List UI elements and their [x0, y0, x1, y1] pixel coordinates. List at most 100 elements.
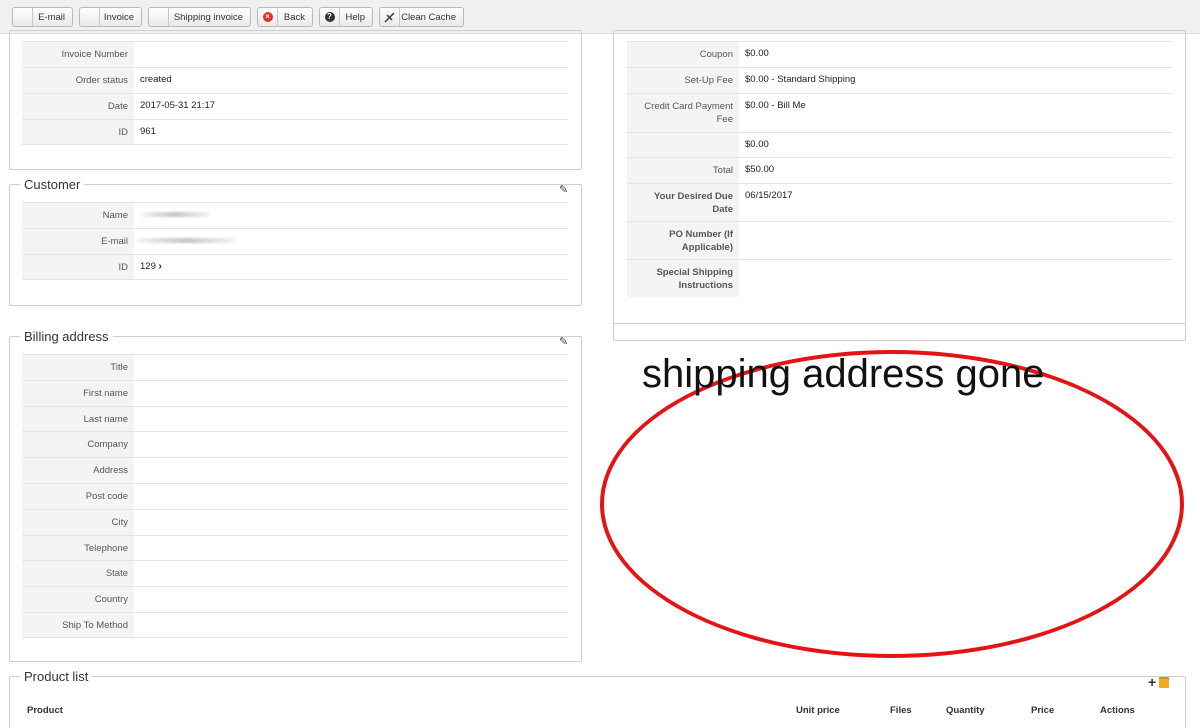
- order-value: created: [140, 74, 172, 85]
- billing-value: [134, 355, 146, 380]
- order-row-date: Date 2017-05-31 21:17: [22, 93, 568, 119]
- column-header-actions[interactable]: Actions: [1100, 705, 1135, 716]
- summary-key: Total: [627, 158, 739, 183]
- customer-id-text: 129: [140, 261, 156, 272]
- billing-row: Post code: [22, 482, 568, 509]
- billing-rows: Title First name Last name Company Addre…: [22, 354, 568, 638]
- summary-row-total: Total $50.00: [627, 157, 1173, 183]
- summary-row-due-date: Your Desired Due Date 06/15/2017: [627, 183, 1173, 221]
- order-rows: Invoice Number Order status created Date…: [22, 41, 568, 145]
- billing-value: [134, 381, 146, 406]
- billing-row: Address: [22, 457, 568, 483]
- summary-key: Your Desired Due Date: [627, 184, 739, 221]
- billing-value: [134, 510, 146, 535]
- help-button-label: Help: [345, 11, 365, 23]
- help-button[interactable]: ? Help: [319, 7, 373, 27]
- edit-pencil-icon[interactable]: ✎: [559, 335, 568, 348]
- billing-key: Country: [22, 587, 134, 612]
- summary-key: PO Number (If Applicable): [627, 222, 739, 259]
- order-row-status: Order status created: [22, 67, 568, 93]
- billing-row: City: [22, 508, 568, 535]
- billing-row: Country: [22, 586, 568, 612]
- summary-key: Coupon: [627, 42, 739, 67]
- column-header-product[interactable]: Product: [27, 705, 63, 716]
- billing-key: First name: [22, 380, 134, 406]
- billing-key: Telephone: [22, 535, 134, 561]
- column-header-files[interactable]: Files: [890, 705, 912, 716]
- customer-id-value: 129 ›: [134, 255, 168, 279]
- summary-key: [627, 133, 739, 157]
- clean-cache-button[interactable]: Clean Cache: [379, 7, 464, 27]
- summary-value: $0.00: [745, 48, 769, 59]
- order-key: Invoice Number: [22, 42, 134, 67]
- billing-value: [134, 587, 146, 612]
- order-panel: Invoice Number Order status created Date…: [9, 30, 582, 170]
- invoice-button-label: Invoice: [103, 11, 134, 23]
- order-key: ID: [22, 120, 134, 144]
- summary-key: Set-Up Fee: [627, 68, 739, 93]
- customer-name-value: [134, 203, 216, 228]
- billing-key: City: [22, 509, 134, 535]
- summary-value: [739, 222, 751, 259]
- email-button-label: E-mail: [38, 11, 65, 23]
- billing-row: First name: [22, 379, 568, 406]
- order-value: [134, 42, 146, 67]
- invoice-button[interactable]: Invoice: [79, 7, 142, 27]
- column-header-price[interactable]: Price: [1031, 705, 1054, 716]
- edit-pencil-icon[interactable]: ✎: [559, 183, 568, 196]
- column-header-unit-price[interactable]: Unit price: [796, 705, 840, 716]
- billing-address-panel: Billing address ✎ Title First name Last …: [9, 329, 582, 662]
- shipping-invoice-icon: [149, 8, 169, 26]
- database-icon[interactable]: [1159, 676, 1170, 688]
- clean-cache-button-label: Clean Cache: [401, 11, 456, 23]
- add-product-icon[interactable]: +: [1148, 675, 1156, 689]
- billing-key: Title: [22, 355, 134, 380]
- product-list-tools: +: [1148, 675, 1170, 689]
- product-list-panel: Product list: [9, 669, 1186, 728]
- summary-rows: Coupon $0.00 Set-Up Fee $0.00 - Standard…: [627, 41, 1173, 297]
- customer-row-name: Name: [22, 202, 568, 228]
- customer-rows: Name E-mail ID 129 ›: [22, 202, 568, 280]
- summary-value: [739, 260, 751, 297]
- summary-key: Credit Card Payment Fee: [627, 94, 739, 132]
- product-list-title: Product list: [20, 669, 93, 685]
- billing-key: State: [22, 561, 134, 587]
- customer-panel: Customer ✎ Name E-mail ID 129 ›: [9, 177, 582, 306]
- billing-value: [134, 561, 146, 586]
- order-key: Order status: [22, 68, 134, 93]
- billing-value: [134, 536, 146, 561]
- email-icon: [13, 8, 33, 26]
- summary-row-special-instructions: Special Shipping Instructions: [627, 259, 1173, 297]
- summary-footer-divider: [614, 323, 1185, 324]
- customer-key: Name: [22, 203, 134, 228]
- summary-value: $0.00: [745, 139, 769, 150]
- billing-value: [134, 458, 146, 483]
- billing-value: [134, 613, 146, 637]
- billing-key: Address: [22, 458, 134, 483]
- back-button[interactable]: × Back: [257, 7, 313, 27]
- customer-row-id: ID 129 ›: [22, 254, 568, 280]
- shipping-invoice-button[interactable]: Shipping invoice: [148, 7, 251, 27]
- broom-icon: [380, 8, 400, 26]
- summary-row-cc-fee: Credit Card Payment Fee $0.00 - Bill Me: [627, 93, 1173, 132]
- billing-value: [134, 484, 146, 509]
- help-icon: ?: [320, 8, 340, 26]
- order-value: 961: [140, 126, 156, 137]
- column-header-quantity[interactable]: Quantity: [946, 705, 985, 716]
- billing-key: Ship To Method: [22, 612, 134, 637]
- billing-row: Telephone: [22, 534, 568, 561]
- toolbar: E-mail Invoice Shipping invoice × Back ?…: [0, 0, 1200, 34]
- billing-row: Company: [22, 431, 568, 458]
- email-button[interactable]: E-mail: [12, 7, 73, 27]
- summary-value: 06/15/2017: [745, 190, 793, 201]
- summary-row-po-number: PO Number (If Applicable): [627, 221, 1173, 259]
- annotation-text: shipping address gone: [642, 352, 1045, 396]
- billing-address-title: Billing address: [20, 329, 113, 345]
- billing-row: Title: [22, 354, 568, 380]
- customer-row-email: E-mail: [22, 228, 568, 254]
- back-button-label: Back: [283, 11, 305, 23]
- customer-title: Customer: [20, 177, 85, 193]
- billing-row: Ship To Method: [22, 611, 568, 638]
- chevron-right-icon[interactable]: ›: [159, 261, 162, 272]
- billing-row: Last name: [22, 405, 568, 432]
